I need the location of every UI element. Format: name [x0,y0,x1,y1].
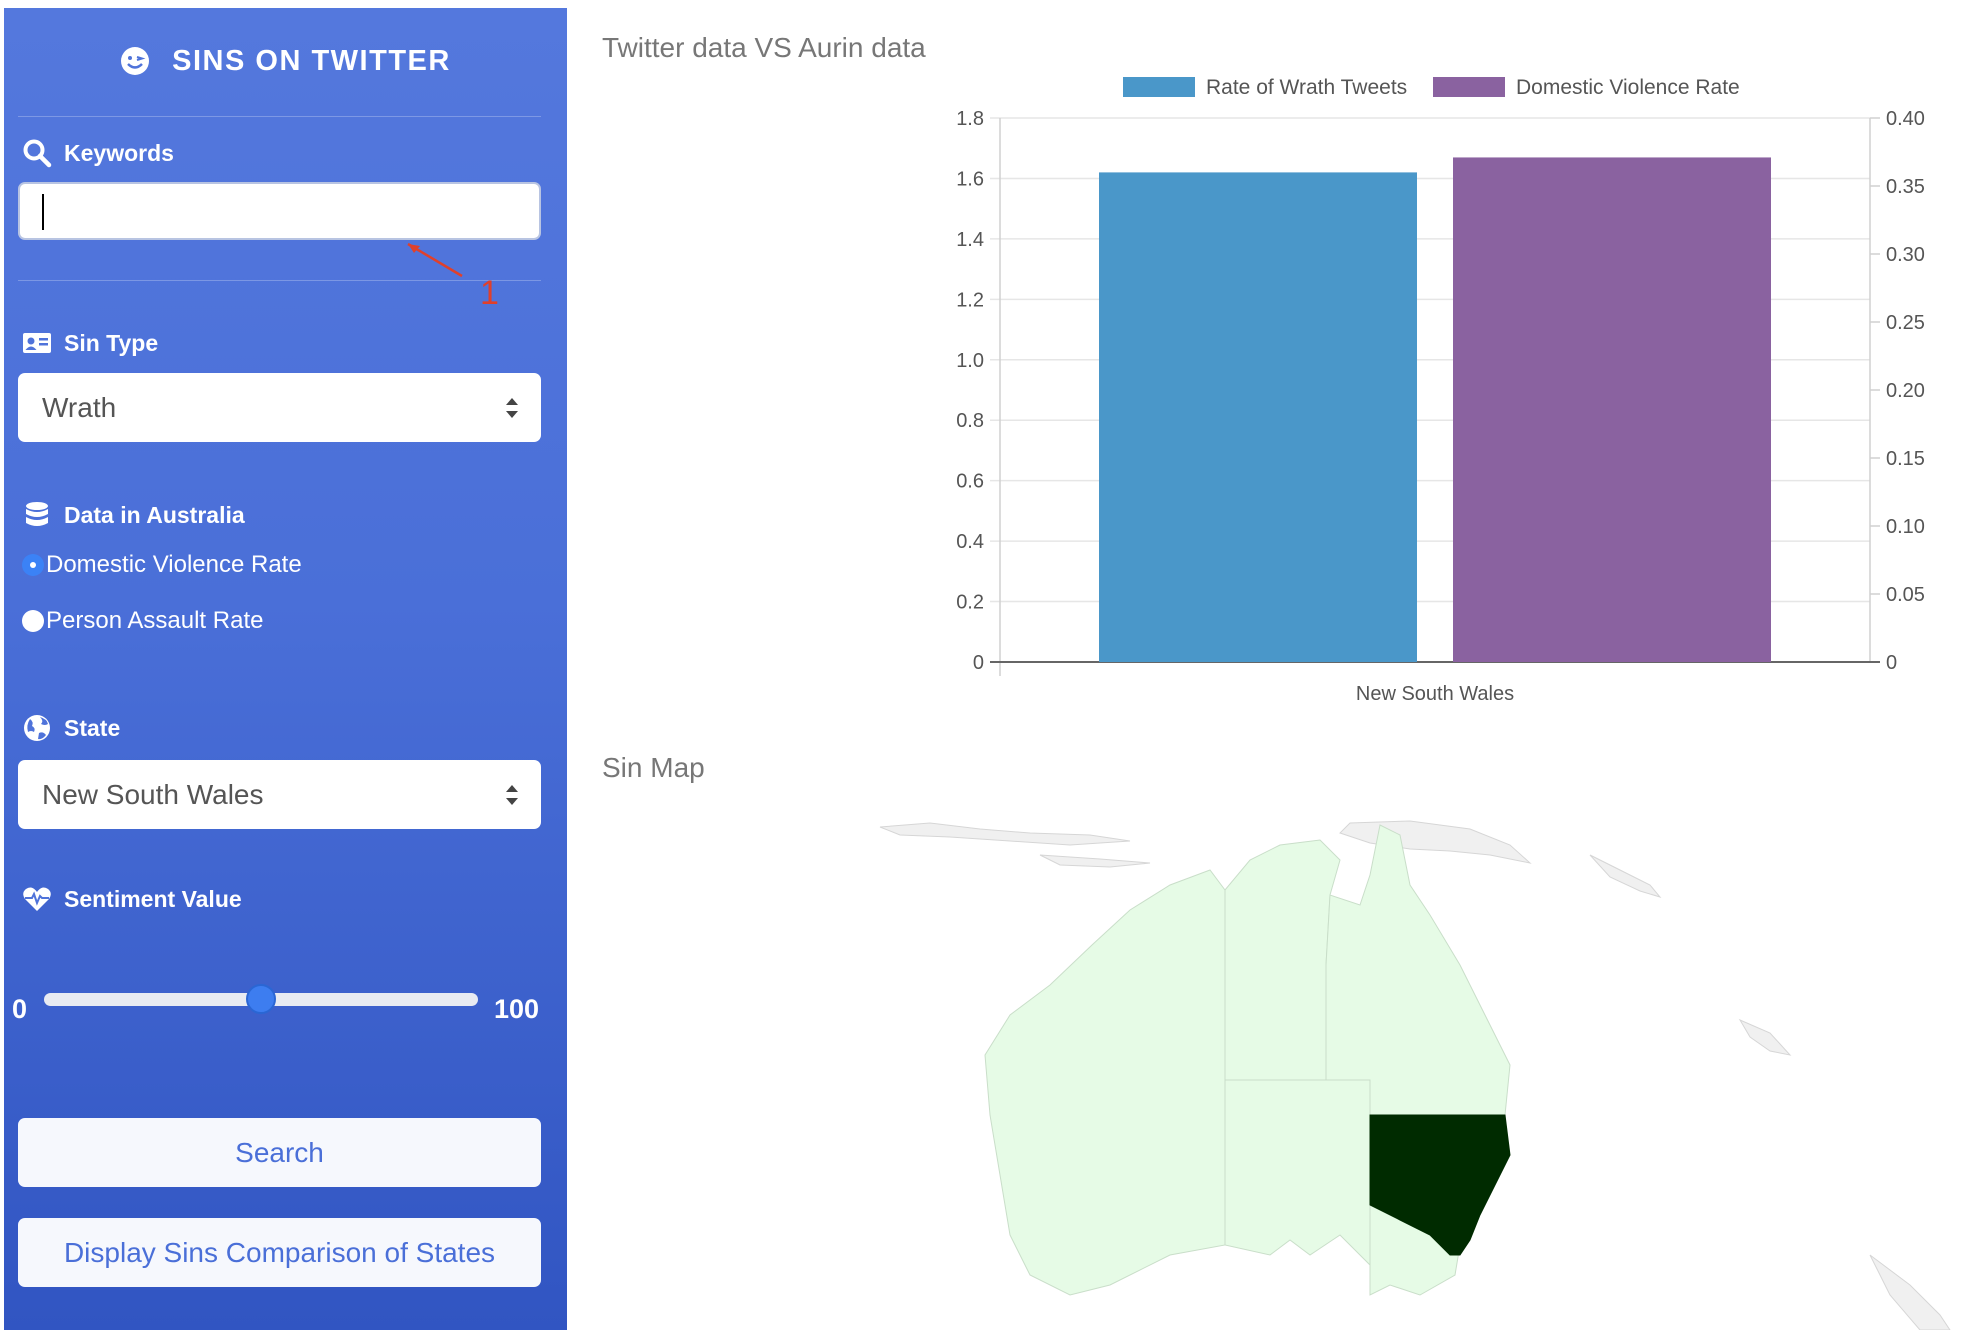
smiley-wink-icon [121,47,150,75]
map-region-new-guinea [1339,820,1532,864]
radio-button-checked[interactable] [22,554,44,576]
text-caret [42,194,44,230]
radio-button[interactable] [22,610,44,632]
y-right-tick-label: 0.30 [1886,244,1925,266]
database-icon [26,502,48,526]
map-region-new-zealand [1869,1254,1951,1330]
y-left-tick-label: 0.8 [956,410,984,432]
y-right-tick-label: 0.40 [1886,108,1925,130]
sidebar: SINS ON TWITTER Keywords 1 Sin Type Wrat… [4,8,567,1330]
slider-max-label: 100 [494,994,540,1024]
y-left-tick-label: 1.0 [956,350,984,372]
display-comparison-button[interactable]: Display Sins Comparison of States [18,1218,541,1287]
legend-label: Rate of Wrath Tweets [1206,76,1407,99]
y-left-tick-label: 0.6 [956,471,984,493]
chart-title: Twitter data VS Aurin data [602,32,926,63]
data-in-australia-label: Data in Australia [22,500,245,530]
select-arrows-icon [506,785,518,805]
select-arrows-icon [506,398,518,418]
keywords-input[interactable] [18,182,541,240]
bar [1099,172,1417,662]
bar-chart: 0 0.2 0.4 0.6 0.8 1.0 1.2 1.4 1.6 1.8 0 0.05 0.10 0.1… [956,75,1925,705]
sentiment-slider[interactable] [44,984,478,1014]
y-right-tick-label: 0.05 [1886,584,1925,606]
y-left-tick-label: 0 [973,652,984,674]
y-right-tick-label: 0.35 [1886,176,1925,198]
slider-thumb[interactable] [246,984,276,1014]
map-region-indonesia [879,822,1131,846]
radio-person-assault[interactable]: Person Assault Rate [22,607,263,635]
state-select[interactable]: New South Wales [18,760,541,829]
y-left-tick-label: 1.6 [956,168,984,190]
legend-swatch [1121,75,1197,99]
y-right-tick-label: 0 [1886,652,1897,674]
brand-title: SINS ON TWITTER [172,44,451,77]
brand: SINS ON TWITTER [4,38,567,84]
map-region-islands-east [1589,854,1662,898]
sin-map[interactable] [870,815,1970,1330]
globe-icon [24,715,50,741]
slider-min-label: 0 [12,994,28,1024]
y-left-tick-label: 0.4 [956,531,984,553]
map-region-timor [1039,854,1151,868]
y-right-tick-label: 0.25 [1886,312,1925,334]
bar [1453,157,1771,662]
map-region-new-caledonia [1738,1018,1792,1056]
map-state-western-australia [984,869,1226,1296]
search-button[interactable]: Search [18,1118,541,1187]
y-left-tick-label: 1.2 [956,289,984,311]
y-right-tick-label: 0.15 [1886,448,1925,470]
divider [18,116,541,117]
heartbeat-icon [23,887,51,911]
sin-type-select[interactable]: Wrath [18,373,541,442]
search-icon [23,139,52,168]
map-state-northern-territory [1224,839,1341,1081]
y-right-tick-label: 0.10 [1886,516,1925,538]
y-left-tick-label: 1.8 [956,108,984,130]
state-label: State [22,713,120,743]
map-state-south-australia [1224,1079,1371,1267]
x-category-label: New South Wales [1356,683,1514,705]
radio-domestic-violence[interactable]: Domestic Violence Rate [22,551,302,579]
annotation-arrow: 1 [407,242,499,310]
sentiment-label: Sentiment Value [22,884,242,914]
keywords-label: Keywords [22,138,174,168]
legend-label: Domestic Violence Rate [1516,76,1740,99]
y-left-tick-label: 1.4 [956,229,984,251]
y-right-tick-label: 0.20 [1886,380,1925,402]
annotation-number: 1 [480,274,499,310]
id-card-icon [23,333,51,353]
y-left-tick-label: 0.2 [956,592,984,614]
sin-type-label: Sin Type [22,328,158,358]
map-title: Sin Map [602,752,705,783]
map-state-queensland [1325,824,1511,1116]
legend-swatch [1431,75,1507,99]
